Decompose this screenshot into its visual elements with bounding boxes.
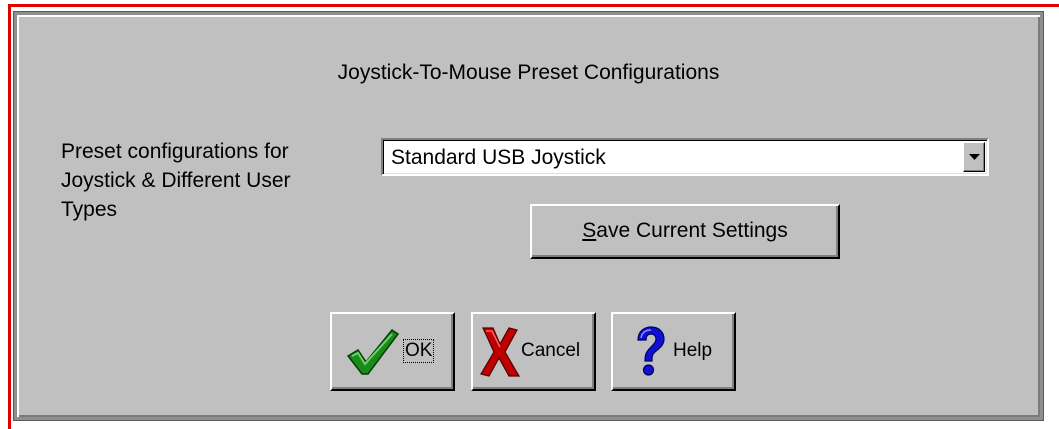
preset-select-value: Standard USB Joystick — [391, 146, 606, 169]
x-mark-icon — [480, 327, 521, 377]
cancel-button-label: Cancel — [521, 340, 581, 361]
selection-frame-top — [8, 4, 1059, 7]
cancel-button[interactable]: Cancel — [471, 312, 596, 391]
dialog-title: Joystick-To-Mouse Preset Configurations — [337, 61, 720, 84]
save-mnemonic: S — [582, 219, 597, 242]
checkmark-icon — [346, 328, 400, 375]
preset-configurations-dialog: Joystick-To-Mouse Preset Configurations … — [14, 12, 1043, 420]
save-current-settings-button[interactable]: Save Current Settings — [530, 204, 840, 259]
chevron-down-icon — [969, 154, 980, 160]
help-button[interactable]: Help — [611, 312, 736, 391]
selection-frame-left — [8, 4, 11, 429]
ok-button-label: OK — [402, 339, 435, 363]
question-mark-icon — [637, 326, 665, 376]
save-button-label: ave Current Settings — [596, 219, 788, 242]
help-button-label: Help — [673, 340, 713, 361]
preset-configurations-label: Preset configurations for Joystick & Dif… — [61, 140, 291, 221]
preset-configuration-select[interactable]: Standard USB Joystick — [381, 138, 989, 176]
dropdown-arrow-button[interactable] — [963, 142, 985, 172]
ok-button[interactable]: OK — [330, 312, 455, 391]
